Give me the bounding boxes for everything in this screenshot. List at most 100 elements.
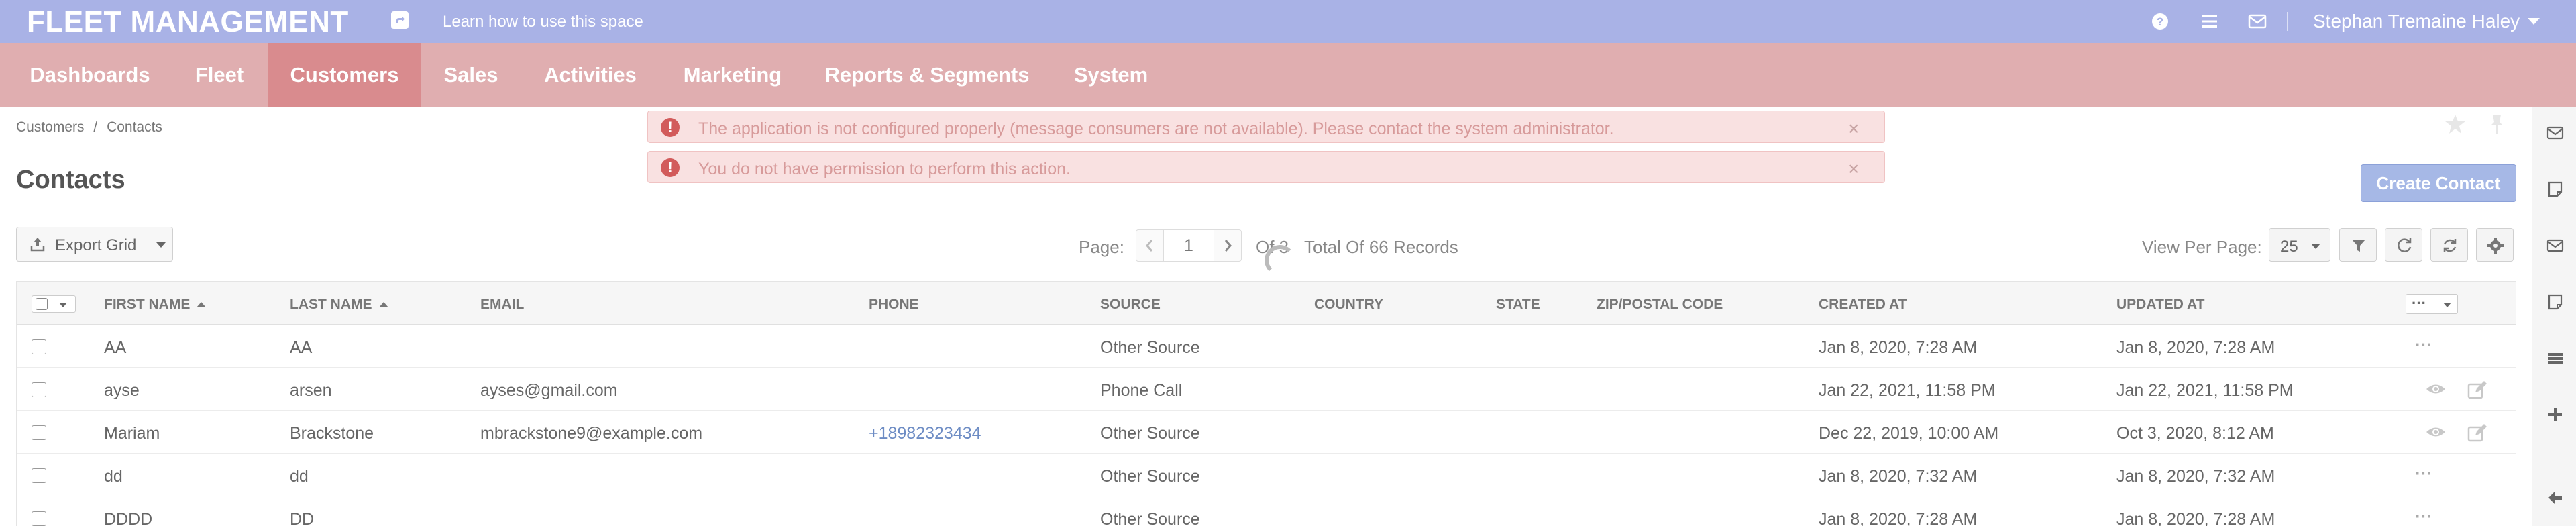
error-alert: The application is not configured proper… [647, 111, 1885, 143]
note-icon[interactable] [2546, 180, 2565, 199]
cell-created-at: Jan 8, 2020, 7:32 AM [1819, 467, 1978, 486]
column-state[interactable]: STATE [1496, 297, 1540, 313]
sort-asc-icon [378, 302, 388, 307]
row-checkbox[interactable] [32, 382, 46, 397]
breadcrumb: Customers / Contacts [16, 119, 162, 136]
column-zip[interactable]: ZIP/POSTAL CODE [1597, 297, 1723, 313]
error-icon [661, 118, 680, 137]
row-checkbox[interactable] [32, 511, 46, 526]
upload-icon [29, 235, 46, 258]
mail-icon[interactable] [2247, 11, 2268, 32]
settings-button[interactable] [2476, 228, 2514, 262]
column-source[interactable]: SOURCE [1100, 297, 1161, 313]
nav-dashboards[interactable]: Dashboards [16, 43, 164, 107]
learn-link[interactable]: Learn how to use this space [443, 13, 643, 32]
chevron-down-icon [2443, 303, 2451, 307]
email-icon[interactable] [2546, 123, 2565, 142]
export-grid-button[interactable]: Export Grid [16, 227, 173, 262]
nav-fleet[interactable]: Fleet [177, 43, 262, 107]
nav-customers[interactable]: Customers [268, 43, 421, 107]
email-icon[interactable] [2546, 236, 2565, 255]
reset-icon [2443, 239, 2457, 252]
column-email[interactable]: EMAIL [480, 297, 524, 313]
table-row[interactable]: ayse arsen ayses@gmail.com Phone Call Ja… [17, 368, 2516, 411]
previous-page-button[interactable] [1136, 229, 1164, 262]
column-last-name[interactable]: LAST NAME [290, 297, 388, 313]
close-icon[interactable]: × [1848, 118, 1859, 140]
table-row[interactable]: DDDD DD Other Source Jan 8, 2020, 7:28 A… [17, 496, 2516, 526]
app-title[interactable]: FLEET MANAGEMENT [27, 5, 349, 39]
create-contact-button[interactable]: Create Contact [2361, 164, 2516, 202]
close-icon[interactable]: × [1848, 158, 1859, 180]
cell-email[interactable]: mbrackstone9@example.com [480, 424, 702, 443]
nav-marketing[interactable]: Marketing [674, 43, 792, 107]
page-number-input[interactable]: 1 [1163, 229, 1214, 262]
share-icon[interactable] [391, 11, 409, 29]
error-icon [661, 158, 680, 177]
arrow-left-icon[interactable] [2546, 488, 2565, 507]
row-actions-icon[interactable]: ··· [2415, 334, 2432, 355]
cell-source: Phone Call [1100, 381, 1183, 400]
view-per-page-label: View Per Page: [2142, 237, 2262, 257]
cell-first-name: DDDD [104, 510, 153, 526]
nav-activities[interactable]: Activities [531, 43, 649, 107]
edit-icon[interactable] [2467, 423, 2487, 445]
sort-asc-icon [197, 302, 207, 307]
nav-system[interactable]: System [1063, 43, 1159, 107]
breadcrumb-contacts: Contacts [107, 119, 162, 135]
page-label: Page: [1079, 237, 1124, 257]
table-row[interactable]: dd dd Other Source Jan 8, 2020, 7:32 AM … [17, 454, 2516, 496]
note-icon[interactable] [2546, 293, 2565, 311]
main-nav: Dashboards Fleet Customers Sales Activit… [0, 43, 2576, 107]
cell-updated-at: Jan 22, 2021, 11:58 PM [2116, 381, 2294, 400]
row-actions-icon[interactable]: ··· [2415, 463, 2432, 484]
cell-first-name: Mariam [104, 424, 160, 443]
refresh-button[interactable] [2385, 228, 2422, 262]
breadcrumb-customers[interactable]: Customers [16, 119, 85, 136]
cell-source: Other Source [1100, 467, 1200, 486]
cell-created-at: Jan 22, 2021, 11:58 PM [1819, 381, 1996, 400]
nav-reports-segments[interactable]: Reports & Segments [820, 43, 1034, 107]
column-updated-at[interactable]: UPDATED AT [2116, 297, 2204, 313]
view-per-page-value: 25 [2280, 238, 2298, 256]
filter-button[interactable] [2339, 228, 2377, 262]
chevron-down-icon[interactable] [59, 303, 67, 307]
tasks-icon[interactable] [2546, 349, 2565, 368]
column-phone[interactable]: PHONE [869, 297, 919, 313]
cell-email[interactable]: ayses@gmail.com [480, 381, 618, 401]
table-row[interactable]: AA AA Other Source Jan 8, 2020, 7:28 AM … [17, 325, 2516, 368]
top-header: FLEET MANAGEMENT Learn how to use this s… [0, 0, 2576, 43]
table-row[interactable]: Mariam Brackstone mbrackstone9@example.c… [17, 411, 2516, 454]
eye-icon[interactable] [2425, 425, 2447, 443]
reset-button[interactable] [2430, 228, 2468, 262]
grid-actions-menu[interactable]: ··· [2406, 294, 2458, 314]
next-page-button[interactable] [1214, 229, 1242, 262]
column-country[interactable]: COUNTRY [1314, 297, 1383, 313]
checkbox[interactable] [36, 298, 48, 310]
chevron-down-icon [156, 242, 166, 248]
select-all-checkbox[interactable] [32, 295, 76, 313]
column-created-at[interactable]: CREATED AT [1819, 297, 1907, 313]
grid-header: FIRST NAME LAST NAME EMAIL PHONE SOURCE … [17, 282, 2516, 325]
cell-phone[interactable]: +18982323434 [869, 424, 981, 443]
row-checkbox[interactable] [32, 339, 46, 354]
plus-icon[interactable] [2546, 405, 2565, 424]
star-icon[interactable] [2444, 113, 2467, 139]
row-checkbox[interactable] [32, 425, 46, 440]
view-per-page-select[interactable]: 25 [2269, 228, 2330, 262]
list-icon[interactable] [2199, 11, 2220, 32]
error-alert: You do not have permission to perform th… [647, 151, 1885, 183]
row-checkbox[interactable] [32, 468, 46, 483]
header-divider [2287, 12, 2288, 31]
eye-icon[interactable] [2425, 382, 2447, 400]
right-sidebar [2532, 107, 2576, 526]
pin-icon[interactable] [2485, 113, 2508, 139]
help-icon[interactable]: ? [2149, 11, 2171, 32]
chevron-down-icon[interactable] [2528, 18, 2540, 25]
cell-first-name: dd [104, 467, 123, 486]
nav-sales[interactable]: Sales [433, 43, 509, 107]
column-first-name[interactable]: FIRST NAME [104, 297, 207, 313]
user-menu[interactable]: Stephan Tremaine Haley [2313, 11, 2520, 32]
row-actions-icon[interactable]: ··· [2415, 506, 2432, 526]
edit-icon[interactable] [2467, 380, 2487, 403]
